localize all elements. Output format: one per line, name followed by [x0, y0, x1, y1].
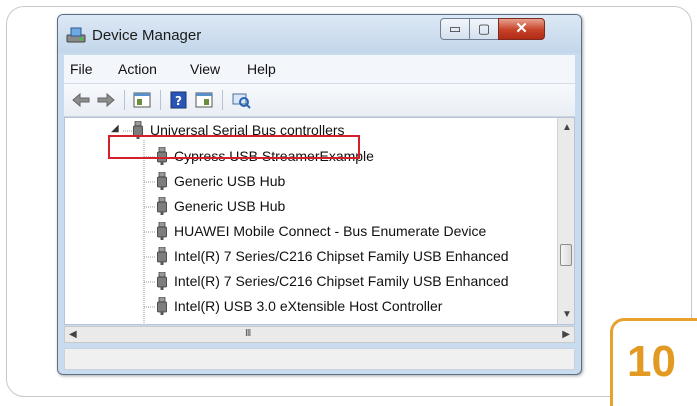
- tree-connector: [144, 231, 156, 233]
- usb-icon: [157, 172, 167, 190]
- device-manager-icon: [66, 27, 86, 43]
- expand-arrow-icon[interactable]: ◢: [111, 123, 119, 134]
- status-bar: [64, 348, 575, 370]
- usb-icon: [157, 247, 167, 265]
- maximize-icon: ▢: [477, 21, 491, 36]
- toolbar-separator: [222, 90, 223, 110]
- scroll-thumb[interactable]: [560, 244, 572, 266]
- tree-item-device[interactable]: Intel(R) 7 Series/C216 Chipset Family US…: [65, 269, 565, 293]
- tree-connector: [144, 256, 156, 258]
- properties-icon[interactable]: [131, 90, 153, 110]
- tree-connector: [123, 130, 133, 132]
- minimize-button[interactable]: ▭: [440, 18, 470, 40]
- menu-bar: File Action View Help: [64, 55, 575, 84]
- device-tree: ◢ Universal Serial Bus controllers Cypre…: [64, 117, 575, 325]
- usb-icon: [157, 272, 167, 290]
- tree-item-label: HUAWEI Mobile Connect - Bus Enumerate De…: [174, 223, 487, 239]
- minimize-icon: ▭: [448, 21, 462, 36]
- step-number: 10: [627, 337, 676, 386]
- highlight-box: [108, 135, 360, 159]
- scroll-grip[interactable]: III: [245, 328, 251, 339]
- scroll-up-icon[interactable]: ▲: [562, 122, 572, 133]
- tree-item-device[interactable]: Intel(R) 7 Series/C216 Chipset Family US…: [65, 244, 565, 268]
- toolbar: ?: [64, 84, 575, 117]
- maximize-button[interactable]: ▢: [469, 18, 499, 40]
- tree-item-label: Generic USB Hub: [174, 173, 286, 189]
- tree-connector: [144, 306, 156, 308]
- forward-arrow-icon[interactable]: [95, 90, 117, 110]
- close-icon: ✕: [515, 20, 528, 37]
- toolbar-separator: [124, 90, 125, 110]
- svg-text:?: ?: [175, 94, 182, 108]
- menu-action[interactable]: Action: [118, 61, 157, 77]
- help-icon[interactable]: ?: [168, 90, 190, 110]
- window-title: Device Manager: [92, 27, 202, 44]
- scroll-left-icon[interactable]: ◀: [69, 329, 77, 340]
- toolbar-separator: [160, 90, 161, 110]
- usb-icon: [157, 197, 167, 215]
- title-bar: Device Manager ▭ ▢ ✕: [58, 15, 581, 53]
- tree-item-label: Intel(R) 7 Series/C216 Chipset Family US…: [174, 273, 509, 289]
- menu-help[interactable]: Help: [247, 61, 276, 77]
- menu-view[interactable]: View: [190, 61, 220, 77]
- tree-item-device[interactable]: HUAWEI Mobile Connect - Bus Enumerate De…: [65, 219, 565, 243]
- tree-item-label: Intel(R) USB 3.0 eXtensible Host Control…: [174, 298, 443, 314]
- menu-file[interactable]: File: [70, 61, 93, 77]
- tree-connector: [144, 181, 156, 183]
- tree-item-device[interactable]: Generic USB Hub: [65, 194, 565, 218]
- scroll-right-icon[interactable]: ▶: [562, 329, 570, 340]
- device-manager-window: Device Manager ▭ ▢ ✕ File Action View He…: [57, 14, 582, 375]
- vertical-scrollbar[interactable]: ▲ ▼: [557, 118, 574, 324]
- tree-item-label: Generic USB Hub: [174, 198, 286, 214]
- usb-icon: [157, 297, 167, 315]
- tree-connector: [144, 206, 156, 208]
- tree-item-device[interactable]: Generic USB Hub: [65, 169, 565, 193]
- back-arrow-icon[interactable]: [70, 90, 92, 110]
- scroll-down-icon[interactable]: ▼: [562, 309, 572, 320]
- scan-hardware-icon[interactable]: [230, 90, 252, 110]
- close-button[interactable]: ✕: [498, 18, 545, 40]
- usb-icon: [157, 222, 167, 240]
- step-badge: 10: [610, 318, 697, 406]
- show-hidden-icon[interactable]: [193, 90, 215, 110]
- tree-item-label: Intel(R) 7 Series/C216 Chipset Family US…: [174, 248, 509, 264]
- tree-item-device[interactable]: Intel(R) USB 3.0 eXtensible Host Control…: [65, 294, 565, 318]
- horizontal-scrollbar[interactable]: ◀ III ▶: [64, 326, 575, 343]
- tree-connector: [144, 281, 156, 283]
